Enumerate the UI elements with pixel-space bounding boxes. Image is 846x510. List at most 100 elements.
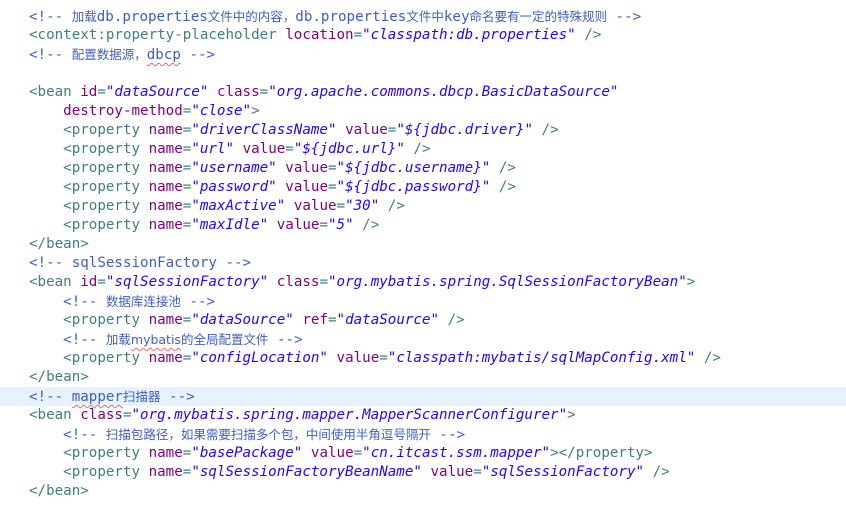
code-line[interactable]: <!-- 配置数据源，dbcp -->: [0, 45, 846, 64]
tag-text: =: [319, 217, 328, 233]
comment-text: <!--: [29, 427, 106, 443]
code-line[interactable]: <property name="password" value="${jdbc.…: [0, 178, 846, 197]
attribute-name: value: [336, 350, 380, 366]
code-line[interactable]: </bean>: [0, 368, 846, 387]
attribute-name: class: [216, 84, 260, 100]
comment-text: 配置数据源，: [71, 47, 147, 62]
code-line[interactable]: <property name="maxIdle" value="5" />: [0, 216, 846, 235]
attribute-value: "sqlSessionFactoryBeanName": [191, 464, 422, 480]
tag-text: <property: [29, 122, 149, 138]
code-line[interactable]: <property name="maxActive" value="30" />: [0, 197, 846, 216]
comment-text: -->: [430, 427, 466, 443]
code-line[interactable]: destroy-method="close">: [0, 102, 846, 121]
attribute-value: "maxActive": [191, 198, 286, 214]
comment-text: key: [443, 9, 470, 25]
attribute-value: "org.mybatis.spring.SqlSessionFactoryBea…: [328, 274, 687, 290]
attribute-name: value: [285, 179, 328, 195]
attribute-name: name: [148, 198, 183, 214]
code-line[interactable]: <bean id="sqlSessionFactory" class="org.…: [0, 273, 846, 292]
tag-text: <property: [29, 141, 149, 157]
code-line[interactable]: <property name="configLocation" value="c…: [0, 349, 846, 368]
tag-text: <property: [29, 198, 149, 214]
tag-text: =: [122, 407, 132, 423]
tag-text: <property: [29, 445, 149, 461]
comment-text: 文件中: [406, 9, 444, 24]
attribute-name: value: [242, 141, 286, 157]
comment-text: 扫描包路径，如果需要扫描多个包，中间使用半角逗号隔开: [105, 427, 431, 442]
tag-text: />: [575, 27, 602, 43]
tag-text: >: [686, 274, 696, 290]
code-line[interactable]: <property name = "sqlSessionFactoryBeanNam…: [0, 463, 846, 482]
tag-text: =: [259, 84, 269, 100]
code-line[interactable]: <!-- 加载mybatis的全局配置文件 -->: [0, 330, 846, 349]
code-line[interactable]: </bean>: [0, 235, 846, 254]
attribute-value: "dataSource": [105, 84, 209, 100]
tag-text: <property: [29, 160, 149, 176]
code-line[interactable]: </bean>: [0, 482, 846, 501]
code-line[interactable]: <bean id="dataSource" class="org.apache.…: [0, 83, 846, 102]
attribute-value: "classpath:mybatis/sqlMapConfig.xml": [387, 350, 696, 366]
comment-text: -->: [607, 9, 642, 25]
attribute-value: "dataSource": [336, 312, 440, 328]
tag-text: />: [490, 179, 516, 195]
attribute-name: value: [430, 464, 474, 480]
attribute-value: "dataSource": [191, 312, 294, 328]
tag-text: ></property>: [550, 445, 653, 461]
code-line[interactable]: <!-- 扫描包路径，如果需要扫描多个包，中间使用半角逗号隔开 -->: [0, 425, 846, 444]
attribute-value: "url": [191, 141, 235, 157]
attribute-name: location: [285, 27, 354, 43]
tag-text: />: [644, 464, 670, 480]
attribute-value: "org.mybatis.spring.mapper.MapperScanner…: [131, 407, 568, 423]
attribute-value: "sqlSessionFactory": [481, 464, 645, 480]
comment-text: 加载: [105, 332, 131, 347]
tag-text: [277, 179, 286, 195]
tag-text: </bean>: [29, 483, 89, 499]
code-line[interactable]: [0, 64, 846, 83]
tag-text: [268, 217, 277, 233]
attribute-value: "driverClassName": [191, 122, 337, 138]
code-line[interactable]: <bean class="org.mybatis.spring.mapper.M…: [0, 406, 846, 425]
code-line[interactable]: <!-- 数据库连接池 -->: [0, 292, 846, 311]
code-line[interactable]: <property name="url" value="${jdbc.url}"…: [0, 140, 846, 159]
code-line[interactable]: <property name="dataSource" ref="dataSou…: [0, 311, 846, 330]
tag-text: />: [695, 350, 721, 366]
code-line[interactable]: <context:property-placeholder location="…: [0, 26, 846, 45]
attribute-name: name: [148, 312, 183, 328]
attribute-value: "basePackage": [191, 445, 303, 461]
tag-text: <bean: [29, 274, 81, 290]
comment-text: -->: [268, 332, 303, 348]
tag-text: [234, 141, 243, 157]
tag-text: =: [379, 350, 388, 366]
code-line[interactable]: <!-- 加载db.properties文件中的内容，db.properties…: [0, 7, 846, 26]
tag-text: <context:property-placeholder: [29, 27, 286, 43]
attribute-name: id: [80, 84, 98, 100]
comment-text: <!-- sqlSessionFactory -->: [29, 255, 252, 271]
tag-text: />: [353, 217, 380, 233]
tag-text: <property: [29, 217, 149, 233]
attribute-value: "org.apache.commons.dbcp.BasicDataSource…: [268, 84, 619, 100]
comment-text: <!--: [29, 294, 106, 310]
attribute-name: name: [148, 445, 183, 461]
attribute-name: name: [148, 217, 183, 233]
comment-text: <!--: [29, 332, 106, 348]
comment-text: -->: [160, 389, 195, 405]
code-line[interactable]: <property name="driverClassName" value="…: [0, 121, 846, 140]
attribute-value: "${jdbc.username}": [336, 160, 491, 176]
attribute-name: name: [148, 179, 183, 195]
attribute-name: value: [310, 445, 354, 461]
attribute-value: "maxIdle": [191, 217, 269, 233]
current-code-line[interactable]: <!-- mapper扫描器 -->: [0, 387, 846, 406]
tag-text: =: [353, 27, 363, 43]
comment-text: -->: [180, 47, 216, 63]
code-line[interactable]: <property name="username" value="${jdbc.…: [0, 159, 846, 178]
code-line[interactable]: <property name="basePackage" value="cn.i…: [0, 444, 846, 463]
tag-text: <bean: [29, 407, 81, 423]
xml-editor[interactable]: <!-- 加载db.properties文件中的内容，db.properties…: [0, 0, 846, 510]
attribute-value: "30": [345, 198, 380, 214]
tag-text: <property: [29, 312, 149, 328]
comment-text: -->: [180, 294, 216, 310]
tag-text: =: [285, 141, 294, 157]
tag-text: </bean>: [29, 236, 89, 252]
attribute-value: "username": [191, 160, 277, 176]
code-line[interactable]: <!-- sqlSessionFactory -->: [0, 254, 846, 273]
